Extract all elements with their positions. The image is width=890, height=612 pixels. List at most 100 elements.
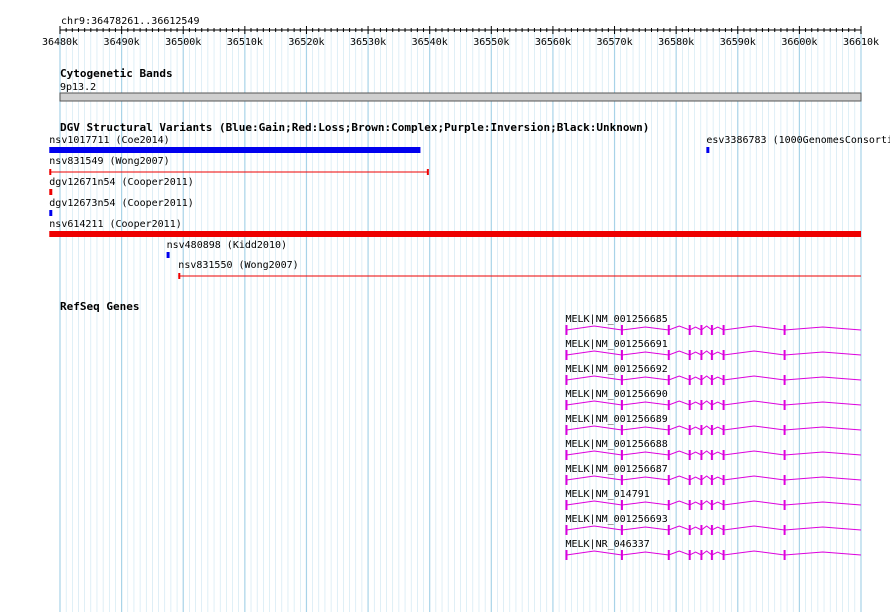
gene-exon (688, 475, 691, 485)
gene-exon (620, 325, 623, 335)
ruler-tick-label: 36550k (473, 37, 509, 48)
gene-exon (620, 425, 623, 435)
ruler-tick-label: 36520k (288, 37, 324, 48)
ruler-tick-label: 36570k (596, 37, 632, 48)
dgv-feature-label: nsv480898 (Kidd2010) (167, 240, 287, 251)
gene-exon (620, 475, 623, 485)
gene-exon (722, 325, 725, 335)
gene-exon (722, 550, 725, 560)
gene-exon (688, 400, 691, 410)
dgv-feature-tick[interactable] (706, 147, 710, 153)
gene-exon (783, 550, 786, 560)
gene-exon (688, 550, 691, 560)
gene-intron-line (566, 400, 862, 406)
dgv-feature-bar[interactable] (49, 147, 421, 153)
gene-exon (667, 325, 670, 335)
dgv-feature-tick[interactable] (166, 252, 170, 258)
ruler-tick-label: 36510k (227, 37, 263, 48)
gene-exon (722, 350, 725, 360)
gene-exon (688, 500, 691, 510)
ruler-tick-label: 36540k (412, 37, 448, 48)
gene-exon (620, 350, 623, 360)
dgv-feature-label: dgv12673n54 (Cooper2011) (49, 198, 194, 209)
gene-transcript-label: MELK|NM_001256693 (565, 514, 667, 525)
gene-exon (620, 550, 623, 560)
refseq-track-title: RefSeq Genes (60, 300, 139, 313)
gene-exon (620, 450, 623, 460)
dgv-track: nsv1017711 (Coe2014) esv3386783 (1000Geno… (49, 135, 890, 279)
ruler-tick-label: 36600k (781, 37, 817, 48)
gene-transcript-label: MELK|NM_001256690 (565, 389, 667, 400)
gene-exon (783, 450, 786, 460)
gene-exon (667, 425, 670, 435)
gene-exon (783, 350, 786, 360)
dgv-feature[interactable]: nsv1017711 (Coe2014) (49, 135, 421, 153)
gene-exon (565, 375, 568, 385)
gene-exon (783, 400, 786, 410)
gene-intron-line (566, 550, 862, 556)
gene-exon (710, 375, 713, 385)
gene-exon (688, 450, 691, 460)
gene-intron-line (566, 475, 862, 481)
gene-exon (667, 550, 670, 560)
dgv-feature-start-cap (49, 169, 52, 175)
gene-exon (667, 375, 670, 385)
dgv-feature-bar[interactable] (49, 231, 861, 237)
dgv-feature[interactable]: esv3386783 (1000GenomesConsortium (706, 135, 890, 153)
ruler-tick-label: 36490k (104, 37, 140, 48)
cytoband-bar[interactable] (59, 92, 862, 102)
ruler-tick-label: 36480k (42, 37, 78, 48)
gene-exon (620, 500, 623, 510)
dgv-feature-label: nsv831550 (Wong2007) (178, 260, 298, 271)
gene-intron-line (566, 525, 862, 531)
gene-exon (667, 400, 670, 410)
gene-exon (710, 525, 713, 535)
dgv-feature-end-cap (426, 169, 429, 175)
gene-exon (700, 475, 703, 485)
gene-exon (667, 475, 670, 485)
dgv-feature[interactable]: nsv480898 (Kidd2010) (166, 240, 287, 258)
dgv-track-title: DGV Structural Variants (Blue:Gain;Red:L… (60, 121, 649, 134)
gene-exon (783, 500, 786, 510)
gene-transcript-label: MELK|NM_001256689 (565, 414, 667, 425)
gene-exon (710, 550, 713, 560)
gene-exon (620, 400, 623, 410)
gene-transcript-label: MELK|NM_001256687 (565, 464, 667, 475)
gene-exon (783, 425, 786, 435)
gene-exon (700, 500, 703, 510)
gene-transcript-label: MELK|NM_001256692 (565, 364, 667, 375)
gene-intron-line (566, 375, 862, 381)
dgv-feature[interactable]: nsv614211 (Cooper2011) (49, 219, 861, 237)
gene-intron-line (566, 350, 862, 356)
gene-exon (667, 500, 670, 510)
ruler-tick-label: 36580k (658, 37, 694, 48)
dgv-feature-tick[interactable] (49, 189, 53, 195)
gene-exon (565, 450, 568, 460)
dgv-feature[interactable]: nsv831549 (Wong2007) (49, 156, 429, 175)
gene-exon (688, 425, 691, 435)
gene-exon (700, 450, 703, 460)
gene-intron-line (566, 425, 862, 431)
gene-exon (722, 375, 725, 385)
gene-exon (667, 450, 670, 460)
gene-transcript-label: MELK|NR_046337 (565, 539, 649, 550)
gene-exon (722, 450, 725, 460)
gene-exon (565, 350, 568, 360)
gene-exon (700, 425, 703, 435)
gene-exon (565, 525, 568, 535)
dgv-feature-tick[interactable] (49, 210, 53, 216)
dgv-feature[interactable]: nsv831550 (Wong2007) (178, 260, 861, 279)
gene-exon (710, 400, 713, 410)
dgv-feature-label: nsv831549 (Wong2007) (49, 156, 169, 167)
gene-intron-line (566, 450, 862, 456)
gene-exon (710, 325, 713, 335)
dgv-feature-start-cap (178, 273, 181, 279)
gene-exon (565, 325, 568, 335)
gene-intron-line (566, 325, 862, 331)
genome-browser-canvas[interactable]: chr9:36478261..36612549 36480k 36490k 3650… (0, 0, 890, 612)
gene-exon (783, 475, 786, 485)
background-grid (59, 30, 862, 612)
gene-exon (688, 350, 691, 360)
ruler-tick-label: 36560k (535, 37, 571, 48)
gene-transcript-label: MELK|NM_001256688 (565, 439, 667, 450)
